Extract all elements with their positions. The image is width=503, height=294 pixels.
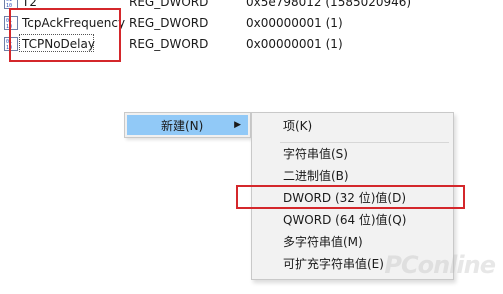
value-data: 0x00000001 (1) (246, 37, 343, 51)
value-name: T2 (22, 0, 37, 9)
value-data: 0x5e798012 (1585020946) (246, 0, 412, 9)
context-menu: 新建(N) ▶ (124, 112, 251, 138)
submenu-item-label: DWORD (32 位)值(D) (283, 191, 406, 205)
registry-value-row[interactable]: 01 10 T2 REG_DWORD 0x5e798012 (158502094… (0, 0, 503, 12)
value-data: 0x00000001 (1) (246, 16, 343, 30)
submenu-item-label: 多字符串值(M) (283, 235, 363, 249)
menu-item-new[interactable]: 新建(N) ▶ (127, 115, 248, 135)
value-type: REG_DWORD (129, 0, 209, 9)
submenu-item-multi-string-value[interactable]: 多字符串值(M) (252, 232, 453, 252)
registry-value-row[interactable]: 01 10 TcpAckFrequency REG_DWORD 0x000000… (0, 13, 503, 33)
submenu-item-label: 二进制值(B) (283, 169, 349, 183)
submenu-item-label: QWORD (64 位)值(Q) (283, 213, 407, 227)
submenu-arrow-icon: ▶ (234, 120, 241, 130)
focus-rectangle (19, 34, 94, 52)
submenu-item-dword-value[interactable]: DWORD (32 位)值(D) (252, 188, 453, 208)
value-type: REG_DWORD (129, 16, 209, 30)
svg-text:10: 10 (6, 45, 12, 51)
submenu-item-label: 可扩充字符串值(E) (283, 257, 384, 271)
registry-editor-view: 01 10 T2 REG_DWORD 0x5e798012 (158502094… (0, 0, 503, 294)
submenu-item-string-value[interactable]: 字符串值(S) (252, 144, 453, 164)
submenu-item-label: 项(K) (283, 119, 313, 133)
submenu-item-binary-value[interactable]: 二进制值(B) (252, 166, 453, 186)
menu-separator (280, 142, 449, 143)
value-type: REG_DWORD (129, 37, 209, 51)
reg-binary-icon: 01 10 (4, 16, 18, 30)
value-name: TcpAckFrequency (22, 16, 126, 30)
new-submenu: 项(K) 字符串值(S) 二进制值(B) DWORD (32 位)值(D) QW… (251, 112, 454, 280)
submenu-item-expandable-string-value[interactable]: 可扩充字符串值(E) (252, 254, 453, 274)
submenu-item-label: 字符串值(S) (283, 147, 348, 161)
submenu-item-key[interactable]: 项(K) (252, 116, 453, 136)
menu-item-new-label: 新建(N) (161, 119, 204, 133)
submenu-item-qword-value[interactable]: QWORD (64 位)值(Q) (252, 210, 453, 230)
reg-binary-icon: 01 10 (4, 37, 18, 51)
reg-binary-icon: 01 10 (4, 0, 18, 9)
svg-text:10: 10 (6, 24, 12, 30)
svg-text:10: 10 (6, 3, 12, 9)
